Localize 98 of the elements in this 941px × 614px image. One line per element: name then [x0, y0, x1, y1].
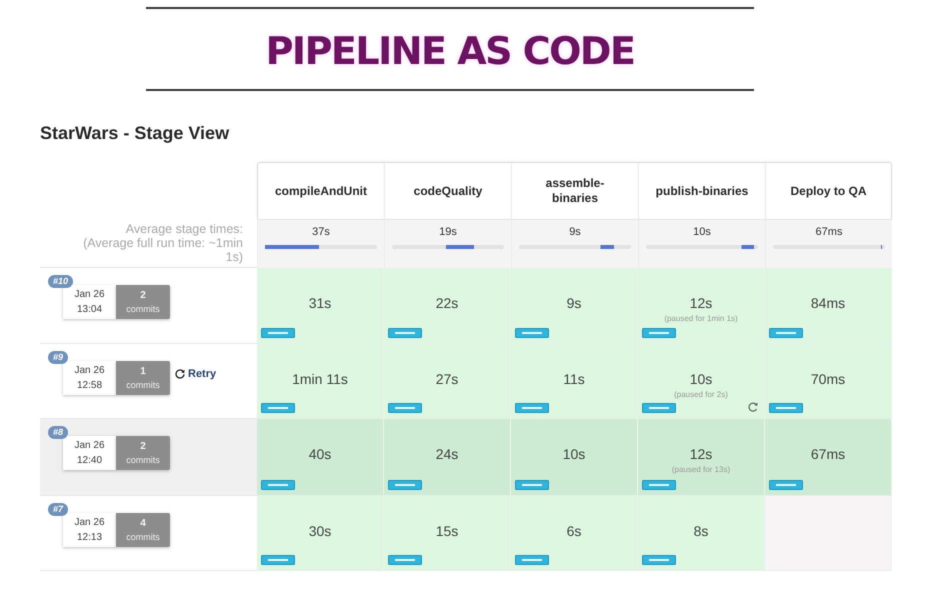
stage-cell[interactable]: 12s (paused for 13s) — [638, 419, 765, 496]
stage-cell[interactable]: 24s — [384, 419, 511, 496]
stage-cell[interactable]: 1min 11s — [257, 344, 384, 419]
pause-note: (paused for 1min 1s) — [664, 314, 738, 324]
tag-icon — [515, 403, 549, 413]
stage-header: Deploy to QA — [765, 162, 892, 219]
refresh-icon[interactable] — [748, 402, 758, 412]
stage-average-time: 9s — [569, 225, 581, 239]
stage-duration: 8s — [694, 522, 708, 540]
tag-icon — [261, 480, 295, 490]
stage-cell[interactable]: 22s — [384, 268, 511, 344]
tag-icon — [642, 480, 676, 490]
stage-cell[interactable]: 30s — [257, 496, 384, 571]
tag-icon — [261, 403, 295, 413]
stage-duration: 30s — [308, 522, 332, 540]
stage-duration: 10s — [562, 445, 586, 463]
tag-icon — [515, 328, 549, 338]
stage-average-time: 19s — [439, 225, 457, 239]
build-time: 12:40 — [76, 454, 102, 466]
page-title: PIPELINE AS CODE — [264, 28, 636, 75]
tag-icon — [642, 328, 676, 338]
stage-cell[interactable]: 84ms — [765, 268, 892, 344]
stage-duration: 40s — [308, 445, 332, 463]
stage-duration: 70ms — [810, 370, 846, 388]
stage-cell[interactable]: 6s — [511, 496, 638, 571]
tag-icon — [642, 555, 676, 565]
stage-duration: 9s — [566, 294, 582, 312]
stage-view-title: StarWars - Stage View — [40, 122, 230, 145]
stage-duration: 84ms — [810, 294, 846, 312]
tag-icon — [769, 480, 803, 490]
stage-duration: 10s — [690, 370, 712, 388]
stage-cell[interactable]: 9s — [511, 268, 638, 344]
stage-header: assemble-binaries — [511, 162, 638, 219]
commit-count: 2 — [140, 290, 146, 302]
tag-icon — [388, 328, 422, 338]
average-stage-times-label: Average stage times: — [126, 222, 243, 236]
commit-count: 2 — [140, 440, 146, 452]
tag-icon — [388, 403, 422, 413]
tag-icon — [642, 403, 676, 413]
stage-cell[interactable]: 12s (paused for 1min 1s) — [638, 268, 765, 344]
stage-cell[interactable]: 11s — [511, 344, 638, 419]
commits-label: commits — [126, 454, 160, 466]
commit-count: 4 — [140, 518, 146, 530]
build-date: Jan 26 — [74, 440, 105, 452]
build-date: Jan 26 — [74, 288, 105, 300]
retry-icon — [175, 369, 185, 379]
build-time: 13:04 — [76, 304, 102, 316]
stage-cell[interactable]: 27s — [384, 344, 511, 419]
commits-label: commits — [126, 380, 160, 390]
stage-cell[interactable]: 40s — [257, 419, 384, 496]
tag-icon — [261, 328, 295, 338]
stage-duration: 67ms — [810, 445, 846, 463]
stage-header: compileAndUnit — [257, 162, 384, 219]
stage-duration: 31s — [308, 294, 332, 312]
tag-icon — [261, 555, 295, 565]
stage-duration: 12s — [690, 445, 712, 463]
commits-label: commits — [126, 304, 160, 314]
tag-icon — [515, 480, 549, 490]
stage-duration: 11s — [563, 370, 585, 388]
stage-duration: 24s — [436, 445, 458, 463]
pause-note: (paused for 2s) — [674, 390, 728, 400]
stage-cell[interactable]: 31s — [257, 268, 384, 344]
stage-cell[interactable]: 67ms — [765, 419, 892, 496]
stage-average-time: 10s — [693, 225, 711, 239]
tag-icon — [515, 555, 549, 565]
build-time: 12:13 — [76, 532, 102, 544]
stage-cell[interactable]: 8s — [638, 496, 765, 571]
build-date-box[interactable]: Jan 26 12:58 — [63, 361, 116, 395]
stage-average-time: 67ms — [816, 225, 842, 239]
stage-cell[interactable]: 10s — [511, 419, 638, 496]
stage-cell[interactable] — [765, 496, 892, 571]
pause-note: (paused for 13s) — [672, 465, 730, 475]
retry-button[interactable]: Retry — [173, 367, 218, 381]
stage-header: codeQuality — [384, 162, 511, 219]
stage-cell[interactable]: 70ms — [765, 344, 892, 419]
build-date-box[interactable]: Jan 26 12:40 — [63, 436, 116, 470]
build-date: Jan 26 — [74, 516, 105, 528]
stage-duration: 22s — [436, 294, 458, 312]
build-time: 12:58 — [76, 380, 102, 392]
stage-average-time: 37s — [312, 225, 330, 239]
tag-icon — [769, 403, 803, 413]
tag-icon — [769, 328, 803, 338]
stage-duration: 15s — [436, 522, 458, 540]
tag-icon — [388, 480, 422, 490]
stage-cell[interactable]: 15s — [384, 496, 511, 571]
average-run-time-label: (Average full run time: ~1min 1s) — [82, 236, 243, 264]
stage-header: publish-binaries — [638, 162, 765, 219]
stage-duration: 12s — [690, 294, 712, 312]
tag-icon — [388, 555, 422, 565]
build-date: Jan 26 — [74, 364, 105, 376]
stage-duration: 6s — [566, 522, 582, 540]
commit-count: 1 — [140, 366, 146, 378]
build-date-box[interactable]: Jan 26 12:13 — [63, 513, 116, 547]
stage-duration: 1min 11s — [292, 370, 348, 388]
stage-cell[interactable]: 10s (paused for 2s) — [638, 344, 765, 419]
stage-duration: 27s — [436, 370, 458, 388]
commits-label: commits — [126, 532, 160, 542]
build-date-box[interactable]: Jan 26 13:04 — [63, 285, 116, 319]
